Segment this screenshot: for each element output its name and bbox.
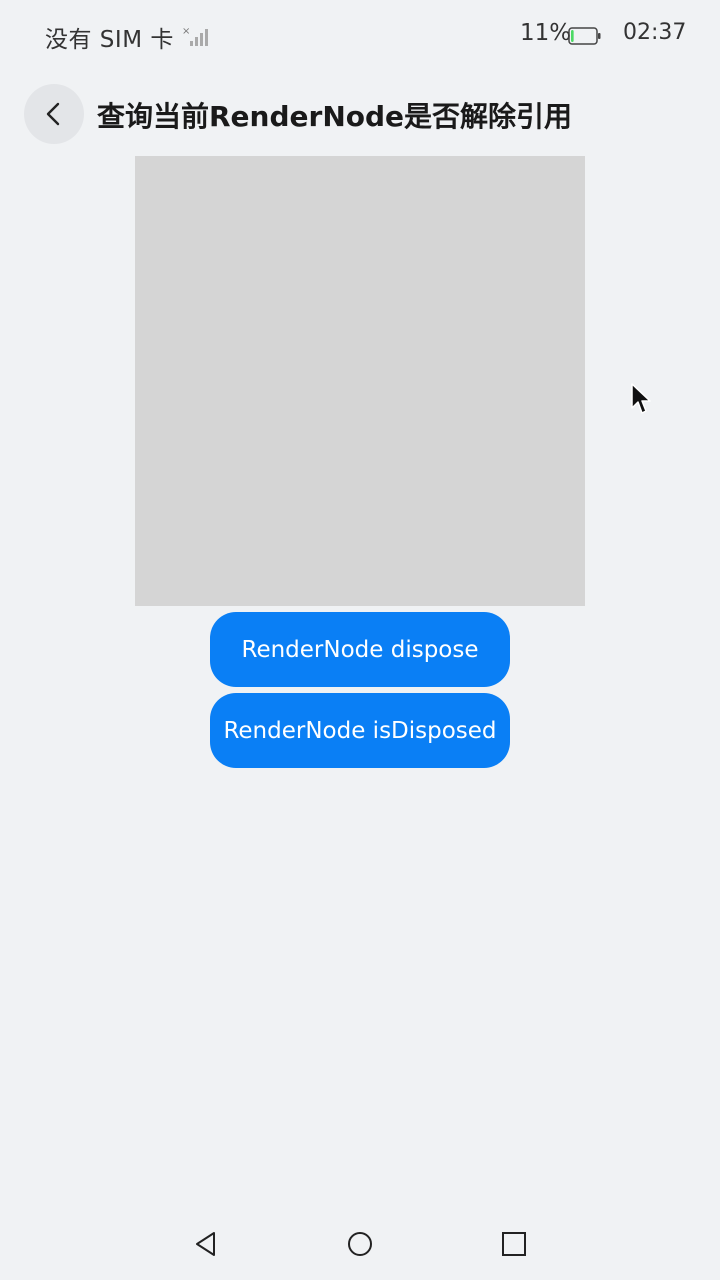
clock: 02:37: [623, 20, 687, 45]
square-recent-icon[interactable]: [500, 1230, 528, 1258]
page-title: 查询当前RenderNode是否解除引用: [97, 100, 573, 133]
circle-home-icon[interactable]: [346, 1230, 374, 1258]
render-node-is-disposed-button[interactable]: RenderNode isDisposed: [210, 693, 510, 768]
screen: 没有 SIM 卡 × 11% 02:37 查询当前RenderNode是否解除引…: [0, 0, 720, 1280]
chevron-left-icon: [46, 102, 60, 126]
status-bar: 没有 SIM 卡 × 11% 02:37: [0, 0, 720, 72]
sim-status-text: 没有 SIM 卡: [45, 27, 174, 53]
render-node-dispose-button[interactable]: RenderNode dispose: [210, 612, 510, 687]
triangle-back-icon[interactable]: [192, 1230, 220, 1258]
back-button[interactable]: [24, 84, 84, 144]
mouse-cursor-icon: [631, 383, 651, 414]
battery-icon: [568, 27, 601, 45]
battery-percent: 11%: [520, 20, 572, 46]
navigation-bar: [0, 1210, 720, 1280]
signal-icon: ×: [182, 26, 208, 46]
svg-text:×: ×: [182, 26, 190, 37]
render-node-area: [135, 156, 585, 606]
